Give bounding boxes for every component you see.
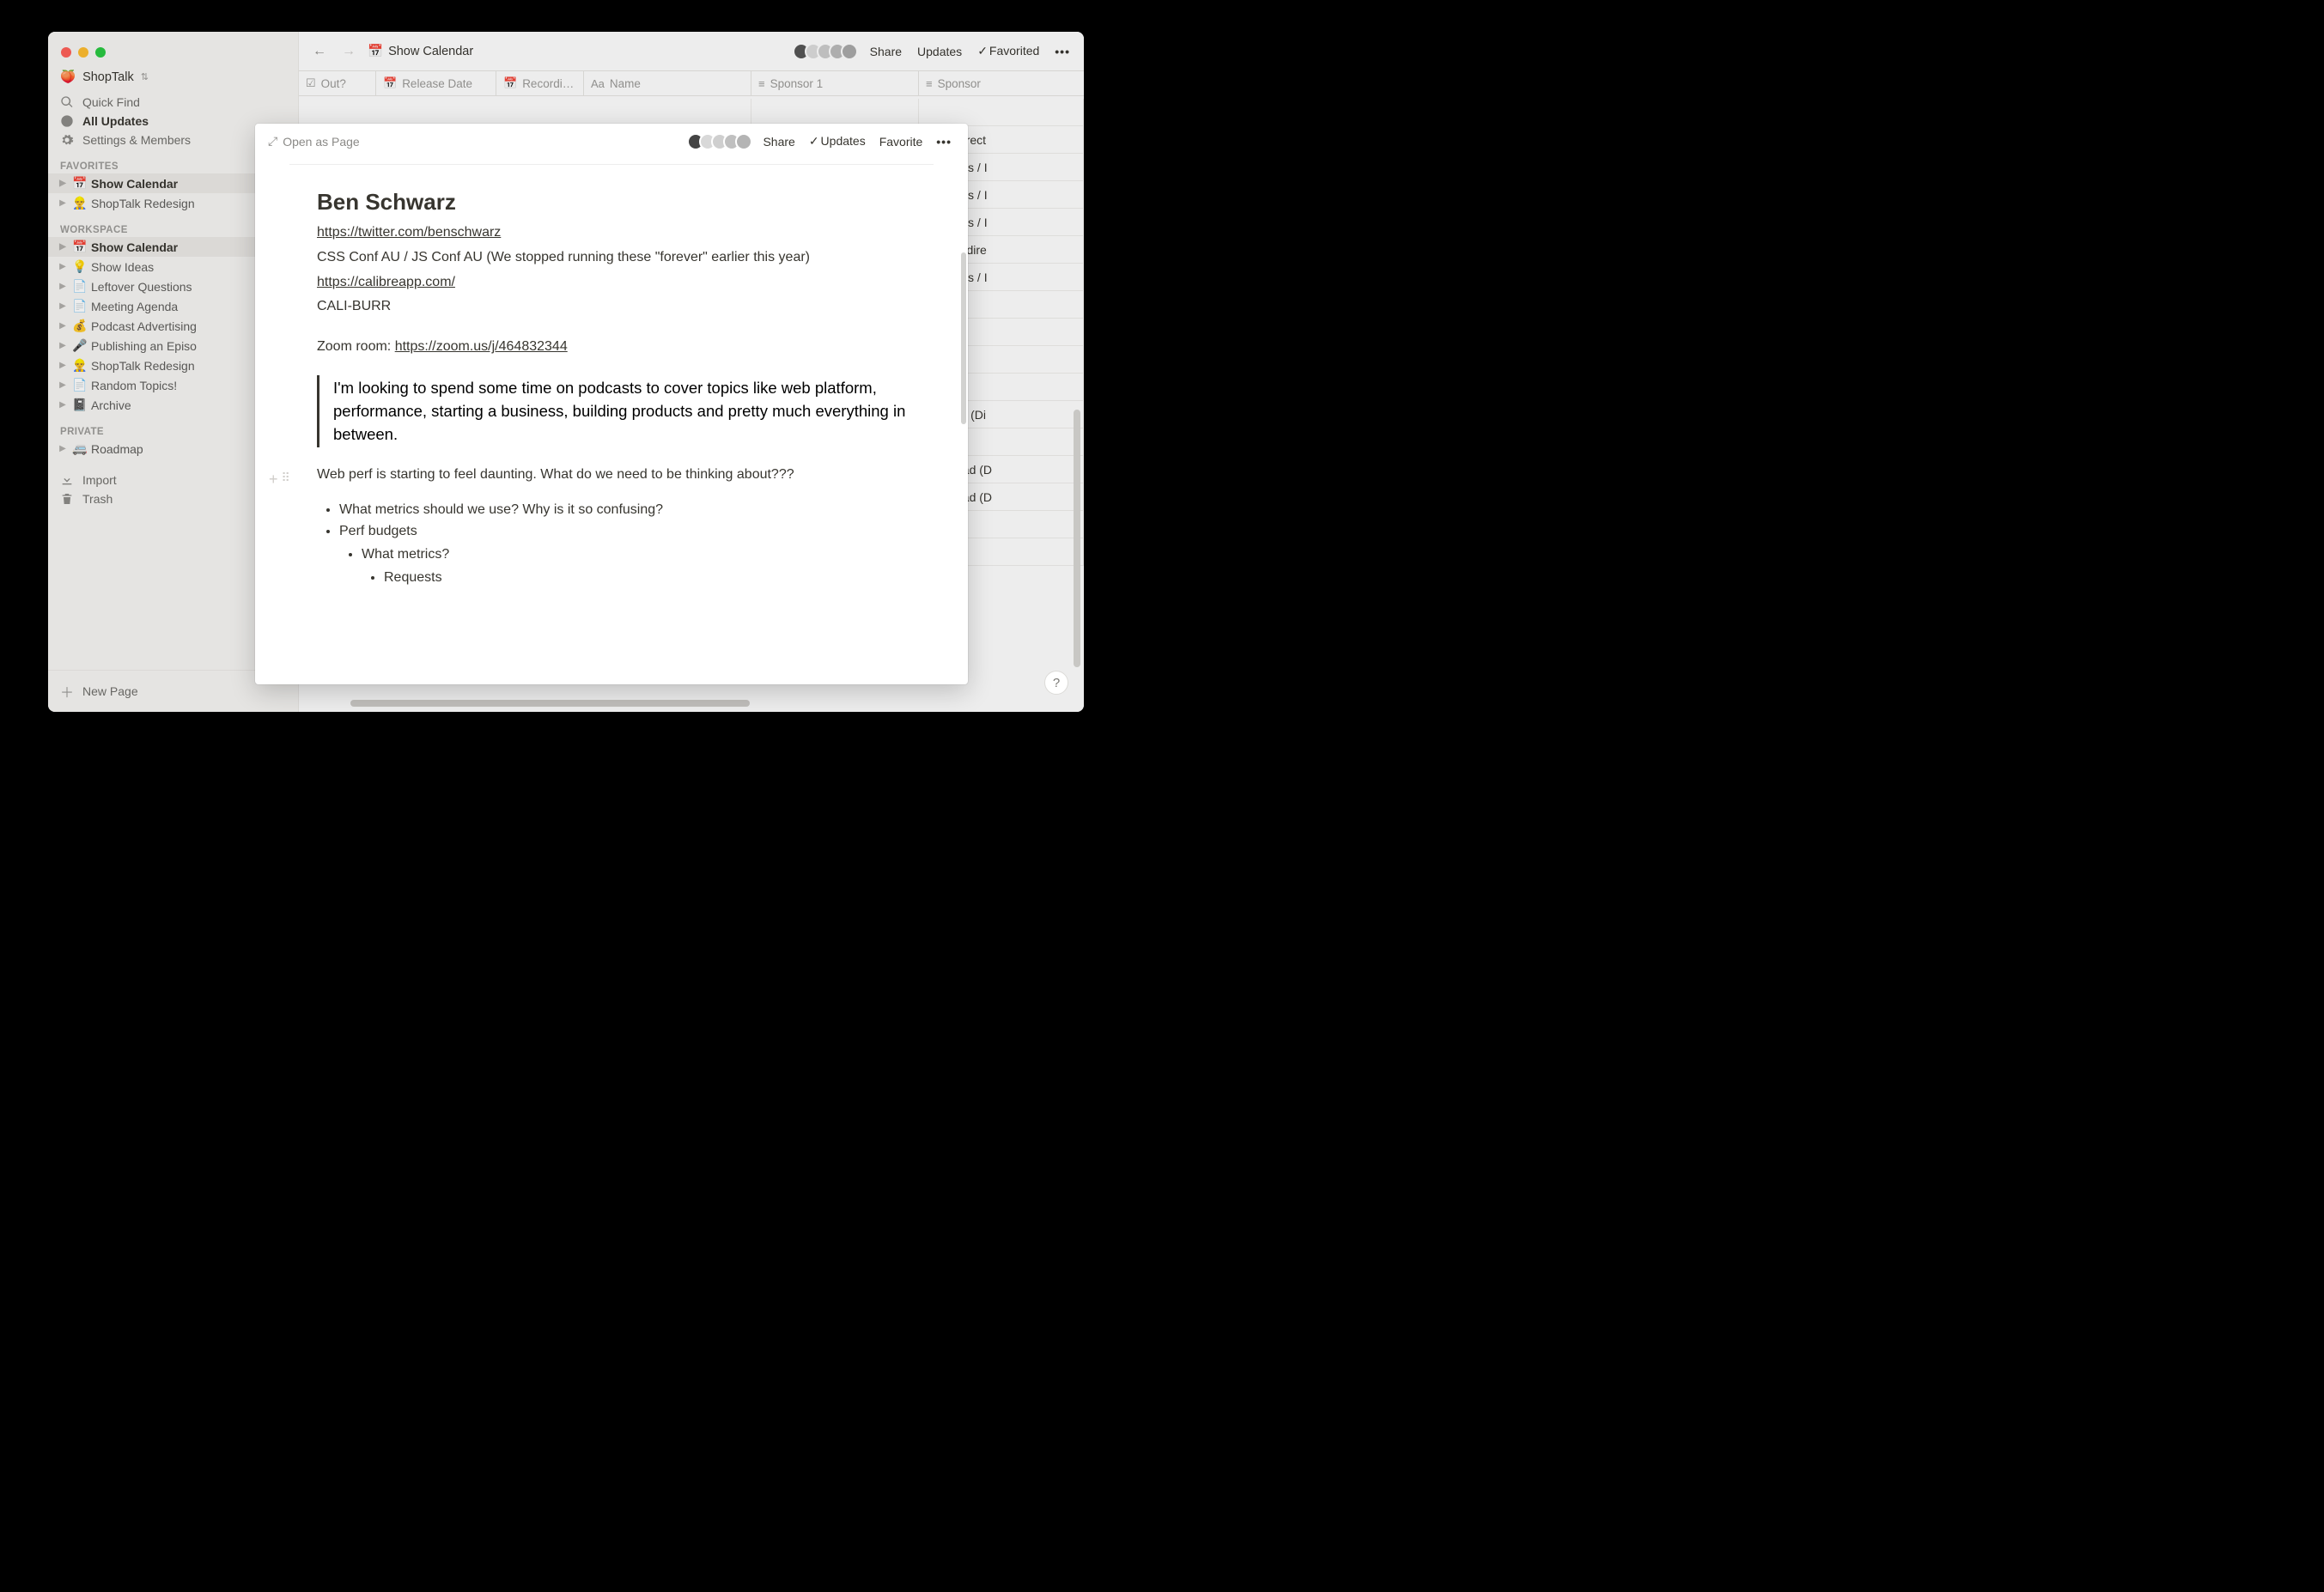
avatar bbox=[841, 43, 858, 60]
modal-more-icon[interactable]: ••• bbox=[933, 133, 955, 150]
horizontal-scrollbar[interactable] bbox=[350, 700, 750, 707]
page-icon: 📅 bbox=[368, 44, 383, 58]
heading-guest-name: Ben Schwarz bbox=[317, 189, 906, 216]
modal-favorite-button[interactable]: Favorite bbox=[876, 133, 927, 150]
column-release-date[interactable]: 📅Release Date bbox=[376, 71, 496, 95]
favorited-button[interactable]: ✓Favorited bbox=[974, 42, 1043, 60]
more-menu-icon[interactable]: ••• bbox=[1051, 43, 1074, 60]
list-icon: ≡ bbox=[926, 77, 933, 90]
expand-icon: ⤢ bbox=[268, 134, 277, 149]
triangle-right-icon[interactable]: ▶ bbox=[57, 179, 69, 188]
gear-icon bbox=[60, 133, 74, 147]
clock-icon bbox=[60, 114, 74, 128]
plus-icon[interactable]: + bbox=[269, 471, 278, 489]
block-handle[interactable]: + ⠿ bbox=[269, 471, 289, 489]
list-item[interactable]: What metrics should we use? Why is it so… bbox=[339, 500, 906, 521]
updates-button[interactable]: Updates bbox=[914, 43, 965, 60]
cell-sponsor2 bbox=[919, 99, 1084, 125]
column-recording[interactable]: 📅Recordi… bbox=[496, 71, 584, 95]
triangle-right-icon[interactable]: ▶ bbox=[57, 361, 69, 370]
list-item[interactable]: Requests bbox=[384, 568, 906, 589]
modal-scrollbar[interactable] bbox=[961, 252, 966, 424]
modal-presence-avatars[interactable] bbox=[692, 133, 752, 150]
avatar bbox=[735, 133, 752, 150]
quote-block[interactable]: I'm looking to spend some time on podcas… bbox=[317, 375, 906, 447]
share-button[interactable]: Share bbox=[867, 43, 905, 60]
bullet-list[interactable]: What metrics should we use? Why is it so… bbox=[317, 500, 906, 588]
workspace-name: ShopTalk bbox=[82, 70, 134, 84]
triangle-right-icon[interactable]: ▶ bbox=[57, 262, 69, 271]
triangle-right-icon[interactable]: ▶ bbox=[57, 321, 69, 331]
check-icon: ✓ bbox=[977, 44, 988, 58]
page-peek-modal: ⤢ Open as Page Share ✓Updates Favorite •… bbox=[255, 124, 968, 684]
triangle-right-icon[interactable]: ▶ bbox=[57, 282, 69, 291]
modal-content[interactable]: Ben Schwarz https://twitter.com/benschwa… bbox=[255, 165, 968, 684]
back-button[interactable]: ← bbox=[309, 40, 330, 63]
topbar: ← → 📅 Show Calendar Share Updates ✓Favor… bbox=[299, 32, 1084, 70]
drag-handle-icon[interactable]: ⠿ bbox=[282, 471, 289, 489]
close-window-icon[interactable] bbox=[61, 47, 71, 58]
page-title: Show Calendar bbox=[388, 45, 473, 58]
triangle-right-icon[interactable]: ▶ bbox=[57, 301, 69, 311]
vertical-scrollbar[interactable] bbox=[1074, 410, 1080, 667]
text-conference-line: CSS Conf AU / JS Conf AU (We stopped run… bbox=[317, 247, 906, 269]
list-icon: ≡ bbox=[758, 77, 765, 90]
window-controls bbox=[61, 47, 106, 58]
download-icon bbox=[60, 473, 74, 487]
triangle-right-icon[interactable]: ▶ bbox=[57, 341, 69, 350]
chevron-updown-icon: ⇅ bbox=[141, 71, 149, 82]
triangle-right-icon[interactable]: ▶ bbox=[57, 444, 69, 453]
open-as-page-button[interactable]: ⤢ Open as Page bbox=[268, 134, 360, 149]
workspace-emoji: 🍑 bbox=[60, 70, 76, 84]
column-name[interactable]: AaName bbox=[584, 71, 751, 95]
check-icon: ✓ bbox=[809, 134, 819, 148]
presence-avatars[interactable] bbox=[798, 43, 858, 60]
breadcrumb[interactable]: 📅 Show Calendar bbox=[368, 44, 473, 58]
trash-icon bbox=[60, 492, 74, 506]
column-out[interactable]: ☑︎Out? bbox=[299, 71, 376, 95]
link-zoom[interactable]: https://zoom.us/j/464832344 bbox=[395, 339, 568, 354]
modal-share-button[interactable]: Share bbox=[759, 133, 798, 150]
text-zoom-room: Zoom room: https://zoom.us/j/464832344 bbox=[317, 337, 906, 358]
search-icon bbox=[60, 95, 74, 109]
triangle-right-icon[interactable]: ▶ bbox=[57, 400, 69, 410]
modal-updates-button[interactable]: ✓Updates bbox=[806, 132, 869, 150]
list-item[interactable]: Perf budgets What metrics? Requests bbox=[339, 521, 906, 588]
triangle-right-icon[interactable]: ▶ bbox=[57, 242, 69, 252]
link-twitter[interactable]: https://twitter.com/benschwarz bbox=[317, 225, 501, 240]
forward-button[interactable]: → bbox=[338, 40, 359, 63]
table-row[interactable] bbox=[299, 99, 1084, 126]
text-pronunciation: CALI-BURR bbox=[317, 296, 906, 318]
list-item[interactable]: What metrics? Requests bbox=[362, 544, 906, 589]
triangle-right-icon[interactable]: ▶ bbox=[57, 198, 69, 208]
triangle-right-icon[interactable]: ▶ bbox=[57, 380, 69, 390]
cell-sponsor1 bbox=[751, 99, 919, 125]
calendar-icon: 📅 bbox=[503, 76, 517, 90]
column-sponsor2[interactable]: ≡Sponsor bbox=[919, 71, 996, 95]
app-window: 🍑 ShopTalk ⇅ Quick Find All Updates Sett… bbox=[48, 32, 1084, 712]
modal-toolbar: ⤢ Open as Page Share ✓Updates Favorite •… bbox=[255, 124, 968, 159]
text-icon: Aa bbox=[591, 77, 605, 90]
text-daunting: Web perf is starting to feel daunting. W… bbox=[317, 465, 906, 486]
help-button[interactable]: ? bbox=[1044, 671, 1068, 695]
plus-icon: ＋ bbox=[60, 681, 74, 702]
workspace-switcher[interactable]: 🍑 ShopTalk ⇅ bbox=[48, 66, 298, 93]
checkbox-icon: ☑︎ bbox=[306, 76, 316, 90]
calendar-icon: 📅 bbox=[383, 76, 397, 90]
maximize-window-icon[interactable] bbox=[95, 47, 106, 58]
column-sponsor1[interactable]: ≡Sponsor 1 bbox=[751, 71, 919, 95]
table-header-row: ☑︎Out? 📅Release Date 📅Recordi… AaName ≡S… bbox=[299, 70, 1084, 96]
minimize-window-icon[interactable] bbox=[78, 47, 88, 58]
link-calibre[interactable]: https://calibreapp.com/ bbox=[317, 275, 455, 289]
quick-find[interactable]: Quick Find bbox=[48, 93, 298, 112]
